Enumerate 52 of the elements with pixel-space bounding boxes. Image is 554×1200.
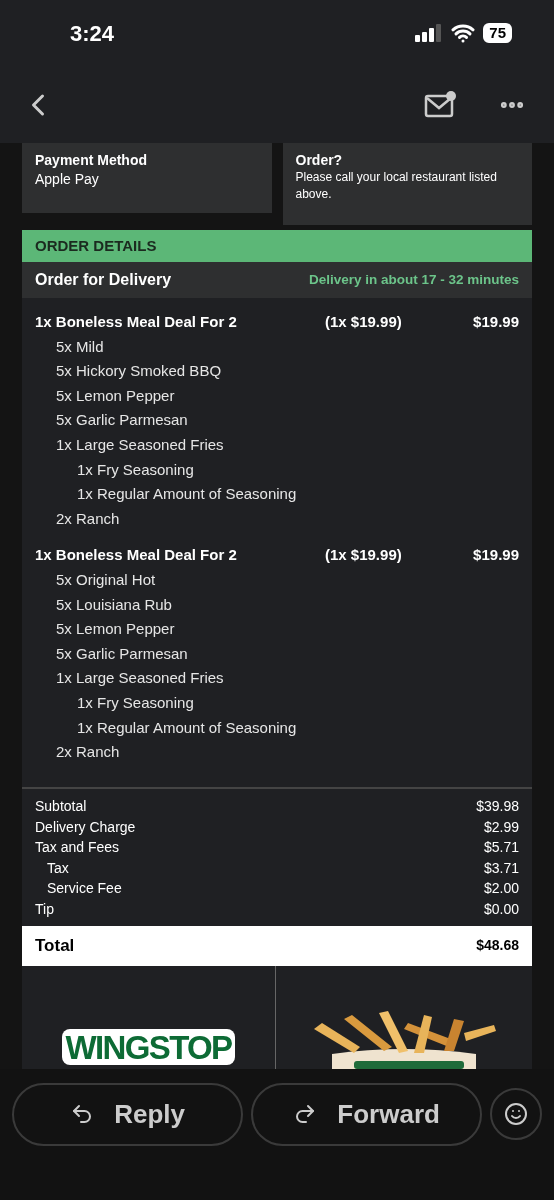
modifier-text: 5x Garlic Parmesan xyxy=(55,410,189,431)
modifier-text: 5x Louisiana Rub xyxy=(55,594,173,615)
item-unit-price: (1x $19.99) xyxy=(325,545,403,566)
order-type: Order for Delivery xyxy=(35,270,172,290)
modifier-text: 1x Large Seasoned Fries xyxy=(55,434,225,455)
modifier-text: 5x Hickory Smoked BBQ xyxy=(55,361,223,382)
modifier-text: 5x Original Hot xyxy=(55,569,157,590)
item-name: 1x Boneless Meal Deal For 2 xyxy=(35,312,238,333)
reply-button[interactable]: Reply xyxy=(12,1082,244,1146)
modifier-text: 2x Ranch xyxy=(55,742,121,763)
item-name: 1x Boneless Meal Deal For 2 xyxy=(35,545,238,566)
total-label: Delivery Charge xyxy=(35,817,136,837)
total-value: $5.71 xyxy=(483,838,519,858)
modifier-text: 1x Regular Amount of Seasoning xyxy=(76,484,298,505)
total-label: Tax xyxy=(46,858,69,878)
card-title: Order? xyxy=(295,151,344,169)
card-text: Please call your local restaurant listed above. xyxy=(295,169,498,203)
brand-logo: WINGSTOP xyxy=(61,1028,236,1065)
card-title: Payment Method xyxy=(35,151,148,169)
emoji-icon xyxy=(504,1101,529,1126)
grand-total-label: Total xyxy=(35,934,75,957)
total-value: $0.00 xyxy=(483,899,519,919)
modifier-text: 5x Mild xyxy=(55,336,105,357)
modifier-text: 1x Fry Seasoning xyxy=(76,459,195,480)
status-time: 3:24 xyxy=(70,19,115,48)
emoji-button[interactable] xyxy=(490,1087,542,1140)
modifier-text: 5x Garlic Parmesan xyxy=(55,643,189,664)
mail-unread-icon[interactable] xyxy=(424,89,458,120)
total-value: $2.00 xyxy=(483,879,519,899)
total-value: $39.98 xyxy=(476,797,519,817)
card-text: Apple Pay xyxy=(35,170,100,189)
total-label: Subtotal xyxy=(35,797,87,817)
signal-icon xyxy=(415,24,444,42)
modifier-text: 1x Large Seasoned Fries xyxy=(55,668,225,689)
item-unit-price: (1x $19.99) xyxy=(325,312,403,333)
item-price: $19.99 xyxy=(473,545,519,566)
total-label: Service Fee xyxy=(46,879,122,899)
forward-button[interactable]: Forward xyxy=(251,1082,483,1146)
modifier-text: 1x Regular Amount of Seasoning xyxy=(76,717,298,738)
modifier-text: 5x Lemon Pepper xyxy=(55,385,176,406)
modifier-text: 5x Lemon Pepper xyxy=(55,619,176,640)
total-label: Tip xyxy=(35,899,54,919)
total-value: $3.71 xyxy=(483,858,519,878)
modifier-text: 2x Ranch xyxy=(55,508,121,529)
item-price: $19.99 xyxy=(473,312,519,333)
modifier-text: 1x Fry Seasoning xyxy=(76,692,195,713)
section-heading: ORDER DETAILS xyxy=(22,230,532,262)
delivery-eta: Delivery in about 17 - 32 minutes xyxy=(308,270,519,289)
total-label: Tax and Fees xyxy=(35,838,120,858)
battery-level: 75 xyxy=(483,23,512,43)
grand-total-value: $48.68 xyxy=(476,936,519,956)
total-value: $2.99 xyxy=(483,817,519,837)
